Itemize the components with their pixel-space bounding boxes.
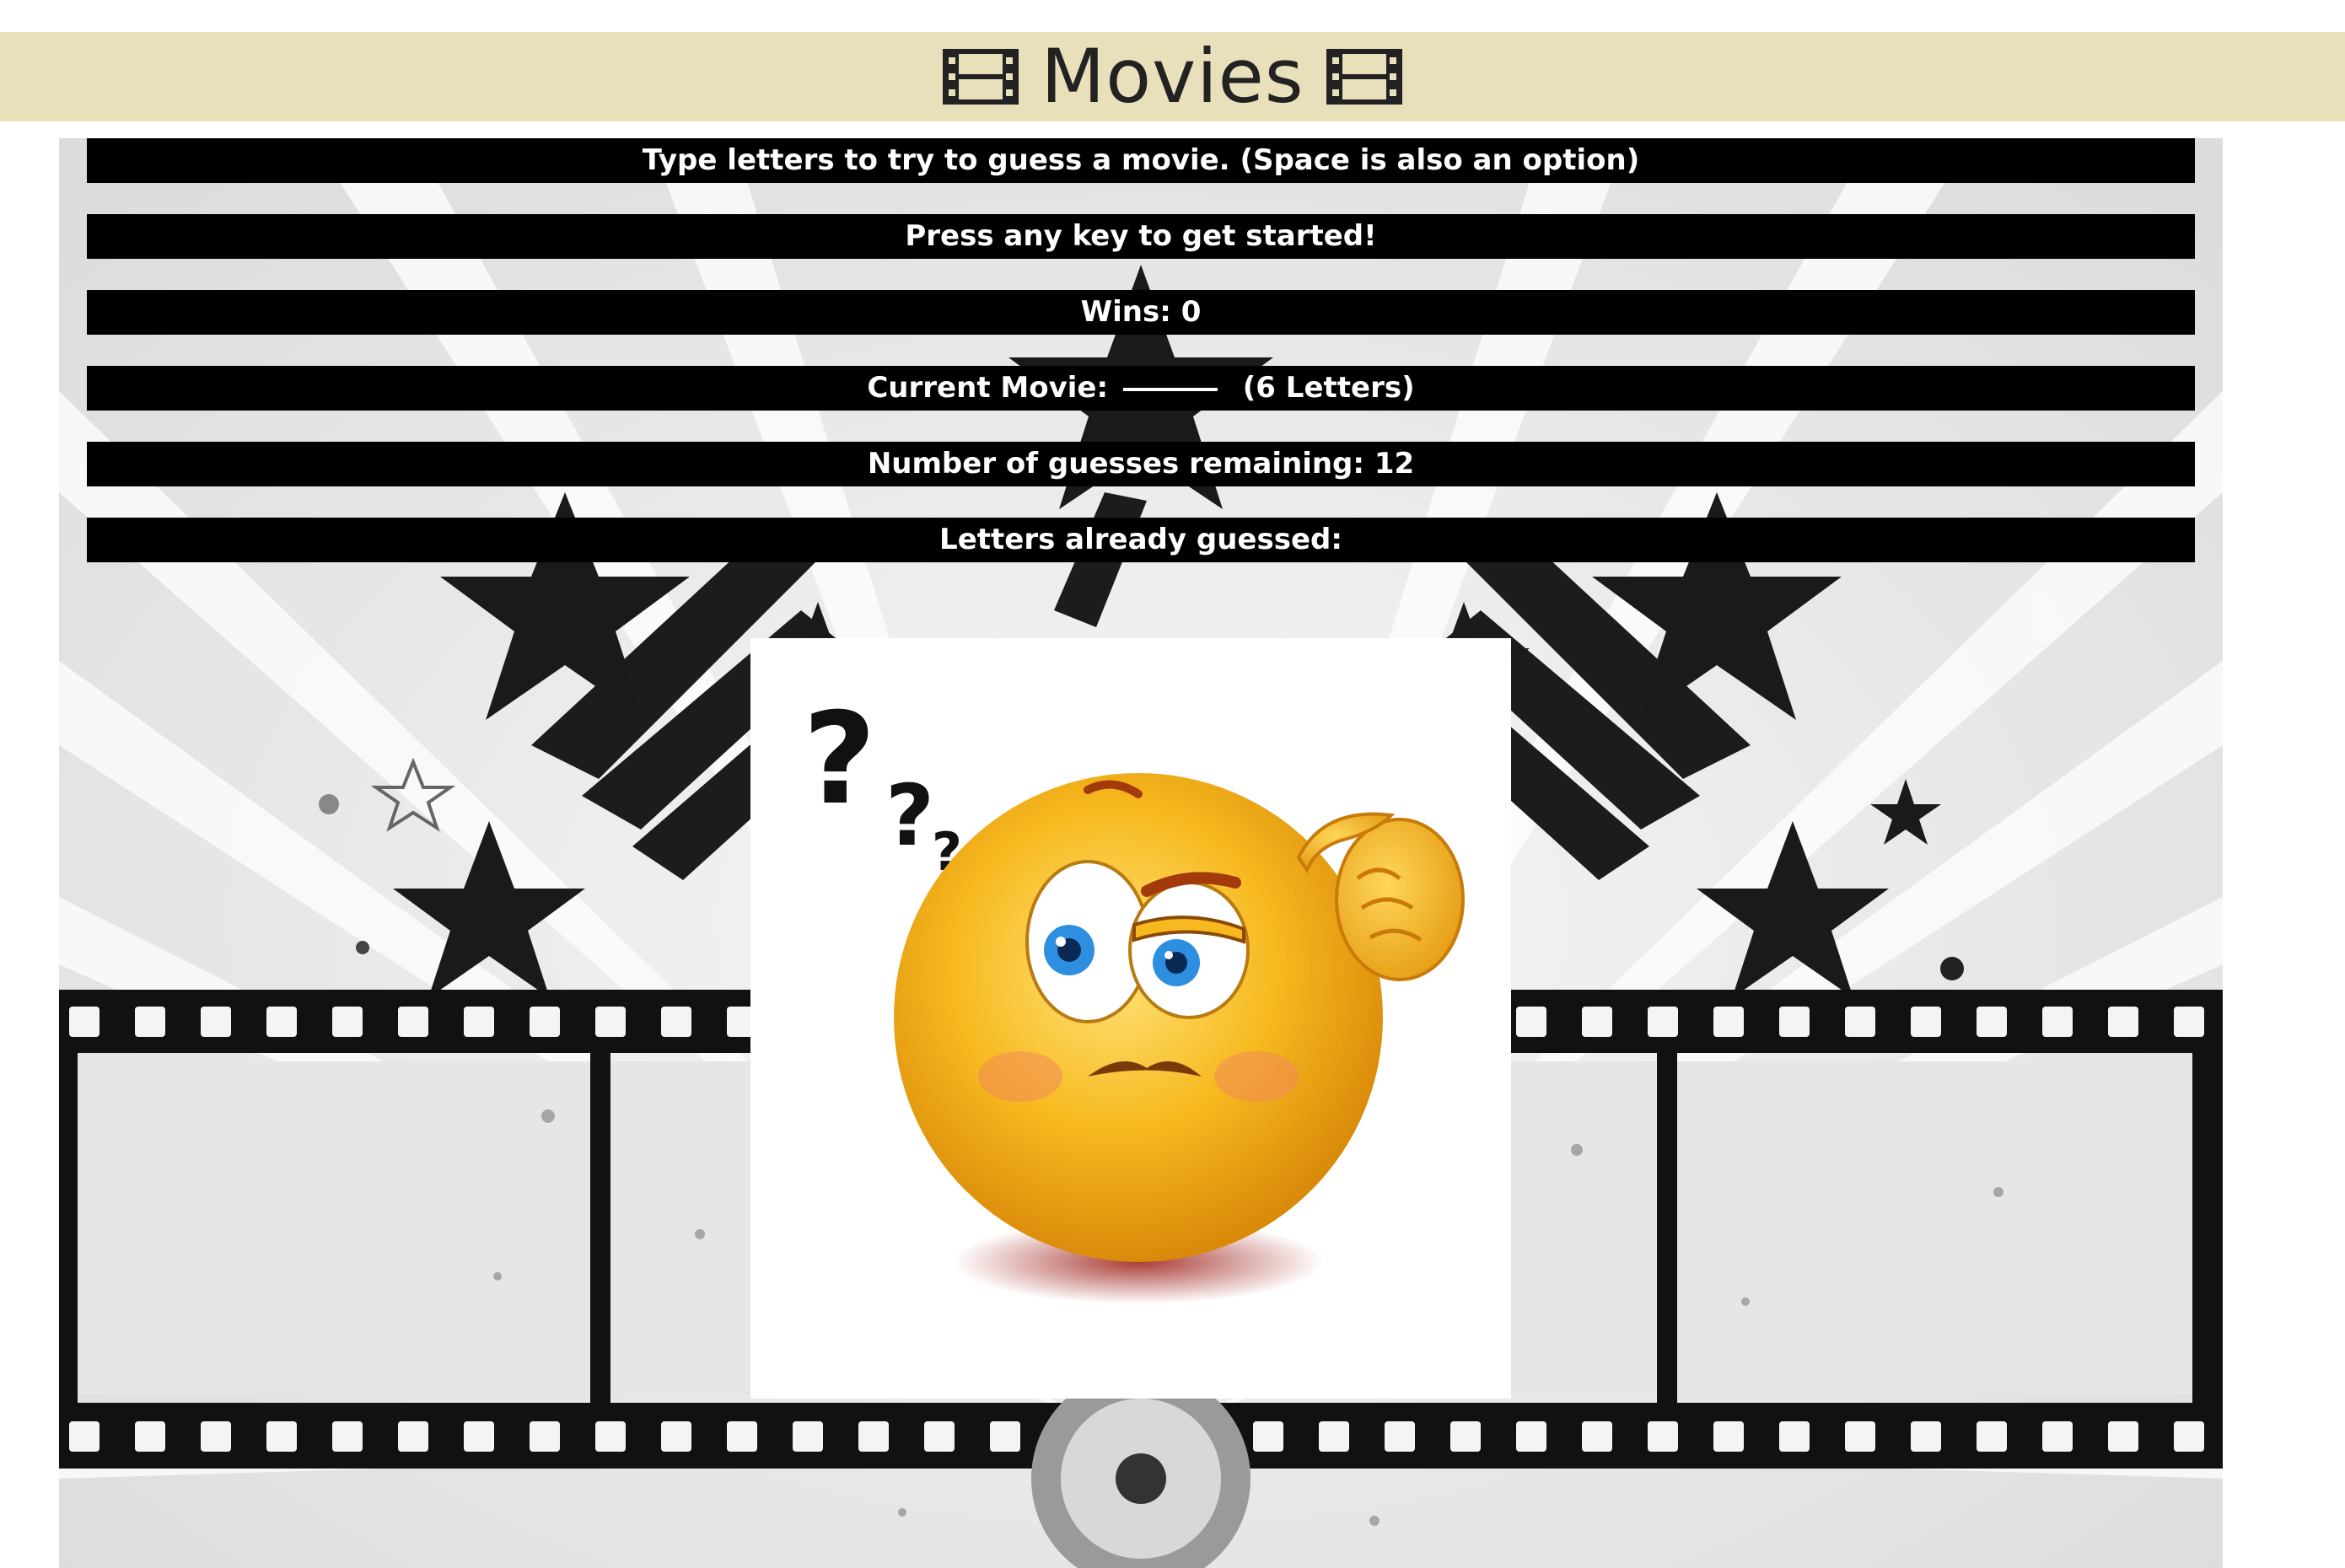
header-title-group: Movies — [943, 32, 1402, 121]
film-icon — [1326, 49, 1402, 105]
film-perforation — [1582, 1007, 1612, 1037]
film-perforation — [398, 1007, 428, 1037]
svg-text:?: ? — [803, 686, 876, 833]
film-perforation — [2174, 1007, 2204, 1037]
film-perforation — [1713, 1421, 1744, 1452]
film-perforation — [1450, 1421, 1481, 1452]
film-perforation — [201, 1007, 231, 1037]
film-perforation — [1582, 1421, 1612, 1452]
page-header: Movies — [0, 32, 2345, 121]
wins-value: 0 — [1181, 295, 1202, 329]
film-perforation — [858, 1421, 889, 1452]
film-perforation — [135, 1421, 165, 1452]
film-perforation — [2042, 1421, 2073, 1452]
film-perforation — [595, 1007, 626, 1037]
instructions-bar: Type letters to try to guess a movie. (S… — [87, 138, 2195, 183]
film-perforation — [201, 1421, 231, 1452]
film-perforation — [69, 1007, 100, 1037]
svg-text:?: ? — [885, 766, 934, 865]
thinking-emoji-image: ? ? ? — [750, 638, 1511, 1399]
film-perforation — [1253, 1421, 1283, 1452]
film-icon — [943, 49, 1019, 105]
guesses-remaining-value: 12 — [1374, 447, 1415, 481]
letters-guessed-label: Letters already guessed: — [939, 523, 1342, 556]
film-perforation — [595, 1421, 626, 1452]
film-perforation — [266, 1421, 297, 1452]
page-title: Movies — [1041, 33, 1304, 120]
film-perforation — [1648, 1421, 1678, 1452]
film-perforation — [1713, 1007, 1744, 1037]
film-perforation — [924, 1421, 955, 1452]
question-marks-icon: ? ? ? — [803, 686, 962, 883]
film-perforation — [1779, 1007, 1810, 1037]
current-movie-blanks — [1122, 387, 1218, 391]
film-perforation — [2108, 1007, 2138, 1037]
film-perforation — [793, 1421, 823, 1452]
guesses-remaining-bar: Number of guesses remaining: 12 — [87, 442, 2195, 486]
film-perforation — [530, 1007, 560, 1037]
film-perforation — [661, 1007, 691, 1037]
film-perforation — [661, 1421, 691, 1452]
film-perforation — [1385, 1421, 1415, 1452]
film-perforation — [1911, 1007, 1941, 1037]
film-perforation — [2108, 1421, 2138, 1452]
film-perforation — [1516, 1421, 1546, 1452]
current-movie-bar: Current Movie: (6 Letters) — [87, 366, 2195, 411]
film-perforation — [266, 1007, 297, 1037]
film-perforation — [530, 1421, 560, 1452]
film-perforation — [69, 1421, 100, 1452]
current-movie-label: Current Movie: — [867, 371, 1109, 405]
wins-bar: Wins: 0 — [87, 290, 2195, 335]
film-perforation — [990, 1421, 1020, 1452]
current-movie-length: (6 Letters) — [1242, 371, 1415, 405]
film-perforation — [1845, 1007, 1875, 1037]
guesses-remaining-label: Number of guesses remaining: — [867, 447, 1364, 481]
film-perforation — [1977, 1421, 2007, 1452]
film-perforation — [1845, 1421, 1875, 1452]
thinking-emoji-icon: ? ? ? — [803, 686, 1465, 1304]
film-perforation — [398, 1421, 428, 1452]
instructions-text: Type letters to try to guess a movie. (S… — [642, 143, 1640, 177]
film-perforation — [135, 1007, 165, 1037]
film-perforation — [332, 1007, 363, 1037]
wins-label: Wins: — [1080, 295, 1171, 329]
film-perforation — [332, 1421, 363, 1452]
film-perforation — [464, 1007, 494, 1037]
start-prompt-bar: Press any key to get started! — [87, 214, 2195, 259]
game-area: Type letters to try to guess a movie. (S… — [59, 138, 2223, 1568]
film-perforation — [2042, 1007, 2073, 1037]
film-perforation — [1977, 1007, 2007, 1037]
film-perforation — [2174, 1421, 2204, 1452]
film-perforation — [1319, 1421, 1349, 1452]
film-perforation — [1648, 1007, 1678, 1037]
film-perforation — [464, 1421, 494, 1452]
film-perforation — [1911, 1421, 1941, 1452]
film-perforation — [1779, 1421, 1810, 1452]
letters-guessed-bar: Letters already guessed: — [87, 518, 2195, 562]
start-prompt-text: Press any key to get started! — [905, 219, 1377, 253]
film-perforation — [1516, 1007, 1546, 1037]
film-perforation — [727, 1421, 757, 1452]
